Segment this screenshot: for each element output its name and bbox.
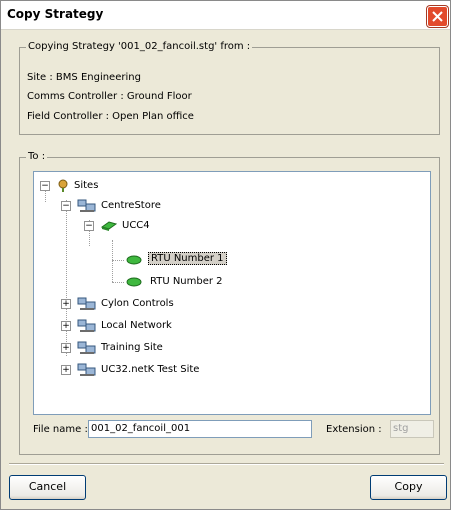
close-button[interactable] [427,6,448,27]
tree-node-cylon-controls[interactable]: + Cylon Controls [61,296,211,312]
tree-label: Training Site [101,342,163,353]
copy-strategy-dialog: Copy Strategy Copying Strategy '001_02_f… [0,0,451,510]
tree-label: UC32.netK Test Site [101,364,200,375]
tree-node-ucc4[interactable]: − UCC4 [84,218,184,234]
source-group: Copying Strategy '001_02_fancoil.stg' fr… [19,41,440,135]
network-icon [77,319,96,332]
tree-line [112,260,124,261]
to-legend: To : [26,151,48,162]
close-icon [432,11,443,22]
network-icon [77,297,96,310]
tree-node-rtu-number-1[interactable]: RTU Number 1 [126,252,246,268]
tree-line [112,240,113,282]
tree-label: UCC4 [122,220,150,231]
collapse-toggle[interactable]: − [61,201,71,211]
tree-label: Cylon Controls [101,298,174,309]
file-name-label: File name : [33,424,88,435]
tree-label: Sites [74,180,99,191]
rtu-icon [126,277,142,287]
collapse-toggle[interactable]: − [84,221,94,231]
dialog-title: Copy Strategy [7,7,104,21]
network-icon [77,363,96,376]
tree-line [112,282,124,283]
tree-node-training-site[interactable]: + Training Site [61,340,211,356]
site-line: Site : BMS Engineering [27,72,141,83]
tree-node-rtu-number-2[interactable]: RTU Number 2 [126,274,246,290]
tree-label-selected: RTU Number 1 [148,252,227,265]
expand-toggle[interactable]: + [61,299,71,309]
comms-controller-line: Comms Controller : Ground Floor [27,91,192,102]
tree-label: Local Network [101,320,172,331]
tree-node-centrestore[interactable]: − CentreStore [61,198,211,214]
file-name-input[interactable]: 001_02_fancoil_001 [88,420,312,438]
expand-toggle[interactable]: + [61,343,71,353]
cancel-button[interactable]: Cancel [9,475,86,500]
tree-node-sites[interactable]: − Sites [40,178,160,194]
tree-label: CentreStore [101,200,161,211]
field-controller-line: Field Controller : Open Plan office [27,111,194,122]
tree-node-local-network[interactable]: + Local Network [61,318,211,334]
rtu-icon [126,255,142,265]
site-tree[interactable]: − Sites − CentreStore − UCC4 RTU Number … [33,171,431,415]
collapse-toggle[interactable]: − [40,181,50,191]
extension-field: stg [390,420,434,438]
network-icon [77,199,96,212]
extension-label: Extension : [326,424,382,435]
controller-icon [100,221,118,231]
copy-button[interactable]: Copy [370,475,447,500]
expand-toggle[interactable]: + [61,365,71,375]
tree-label: RTU Number 2 [150,276,223,287]
divider [9,463,444,465]
destination-group: To : − Sites − CentreStore − UCC4 RTU Nu… [19,151,440,455]
expand-toggle[interactable]: + [61,321,71,331]
sites-globe-icon [58,179,68,192]
source-legend: Copying Strategy '001_02_fancoil.stg' fr… [26,41,253,52]
network-icon [77,341,96,354]
title-bar: Copy Strategy [1,1,450,30]
tree-node-uc32-test-site[interactable]: + UC32.netK Test Site [61,362,241,378]
